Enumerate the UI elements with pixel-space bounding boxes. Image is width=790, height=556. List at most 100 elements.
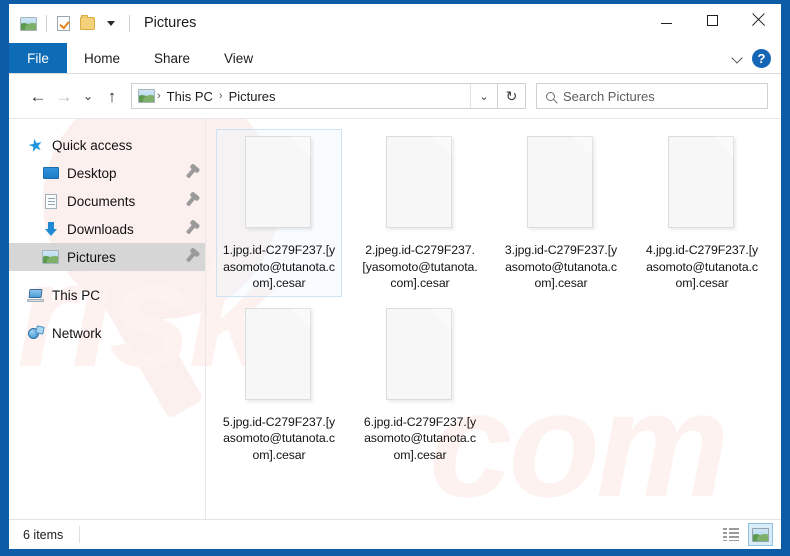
ribbon-right-controls: ? [731,43,777,73]
generic-file-icon [239,306,319,406]
pictures-folder-icon[interactable] [17,13,39,35]
file-item[interactable]: 4.jpg.id-C279F237.[yasomoto@tutanota.com… [639,129,765,297]
navigation-pane: ★ Quick access Desktop Documents Downloa… [9,119,206,519]
file-name-label: 1.jpg.id-C279F237.[yasomoto@tutanota.com… [222,243,336,290]
sidebar-item-label: Quick access [52,137,133,153]
address-bar-row: ← → ⌄ ↑ › This PC › Pictures ⌄ ↻ Search … [9,74,781,118]
address-bar[interactable]: › This PC › Pictures ⌄ [131,83,498,109]
details-view-icon [722,528,739,541]
up-button[interactable]: ↑ [99,83,125,109]
address-dropdown-button[interactable]: ⌄ [470,84,497,108]
status-bar: 6 items [9,519,781,549]
maximize-button[interactable] [689,4,735,36]
file-item[interactable]: 3.jpg.id-C279F237.[yasomoto@tutanota.com… [498,129,624,297]
file-item[interactable]: 2.jpeg.id-C279F237.[yasomoto@tutanota.co… [357,129,483,297]
file-name-label: 2.jpeg.id-C279F237.[yasomoto@tutanota.co… [362,243,478,290]
sidebar-item-label: This PC [52,287,101,303]
file-name-label: 6.jpg.id-C279F237.[yasomoto@tutanota.com… [363,414,477,462]
properties-checkbox-icon [56,16,70,31]
sidebar-item-desktop[interactable]: Desktop [9,159,205,187]
minimize-button[interactable] [643,4,689,36]
search-box[interactable]: Search Pictures [536,83,768,109]
help-button[interactable]: ? [752,48,771,68]
status-divider [79,526,81,543]
refresh-button[interactable]: ↻ [498,83,526,109]
sidebar-item-documents[interactable]: Documents [9,187,205,215]
toolbar-divider-2 [129,15,130,32]
sidebar-item-network[interactable]: Network [9,319,205,347]
generic-file-icon [380,134,460,234]
document-icon [42,193,59,209]
breadcrumb: › This PC › Pictures [132,89,470,104]
title-bar: Pictures [9,4,781,43]
breadcrumb-item-this-pc[interactable]: This PC [163,89,217,104]
quick-access-toolbar: Pictures [9,4,196,43]
sidebar-item-this-pc[interactable]: This PC [9,281,205,309]
file-item[interactable]: 5.jpg.id-C279F237.[yasomoto@tutanota.com… [216,301,342,469]
breadcrumb-item-pictures[interactable]: Pictures [225,89,280,104]
forward-button[interactable]: → [51,83,77,109]
tab-share[interactable]: Share [137,43,207,73]
tab-home[interactable]: Home [67,43,137,73]
breadcrumb-separator: › [157,90,161,102]
sidebar-item-label: Downloads [67,221,134,237]
pin-icon[interactable] [185,167,197,179]
new-folder-icon[interactable] [76,13,98,35]
explorer-body: risk com ★ Quick access Desktop Document… [9,118,781,519]
pin-icon[interactable] [185,195,197,207]
chevron-down-icon [107,21,115,26]
customize-qat-button[interactable] [100,13,122,35]
tab-file[interactable]: File [9,43,67,73]
ribbon-tabs: File Home Share View ? [9,43,781,74]
window-controls [643,4,781,36]
file-item[interactable]: 1.jpg.id-C279F237.[yasomoto@tutanota.com… [216,129,342,297]
details-view-button[interactable] [718,523,743,546]
file-explorer-window: Pictures File Home Share View ? ← → ⌄ ↑ … [9,4,781,549]
recent-locations-button[interactable]: ⌄ [77,83,99,109]
network-icon [27,325,44,341]
maximize-icon [706,14,718,26]
generic-file-icon [239,134,319,234]
file-item[interactable]: 6.jpg.id-C279F237.[yasomoto@tutanota.com… [357,301,483,469]
view-toggle-group [718,523,773,546]
star-icon: ★ [26,134,45,156]
tab-view[interactable]: View [207,43,270,73]
sidebar-item-pictures[interactable]: Pictures [9,243,205,271]
download-icon [42,221,59,237]
desktop-icon [42,165,59,181]
search-input[interactable]: Search Pictures [563,89,655,104]
search-icon [537,91,563,101]
file-list-pane[interactable]: 1.jpg.id-C279F237.[yasomoto@tutanota.com… [206,119,781,519]
large-icons-view-icon [752,527,769,542]
computer-icon [27,287,44,303]
sidebar-item-label: Desktop [67,165,117,181]
back-button[interactable]: ← [25,83,51,109]
item-count-label: 6 items [23,527,64,542]
sidebar-item-quick-access[interactable]: ★ Quick access [9,131,205,159]
generic-file-icon [662,134,742,234]
picture-icon [19,16,37,31]
window-title: Pictures [144,15,197,32]
minimize-icon [660,22,672,24]
toolbar-divider [46,15,47,32]
chevron-down-icon[interactable] [731,52,744,65]
close-button[interactable] [735,4,781,36]
picture-icon [42,249,59,265]
sidebar-item-downloads[interactable]: Downloads [9,215,205,243]
folder-icon [79,15,95,30]
file-grid: 1.jpg.id-C279F237.[yasomoto@tutanota.com… [216,129,781,472]
properties-icon[interactable] [52,13,74,35]
pin-icon[interactable] [185,251,197,263]
breadcrumb-separator-2: › [218,90,223,102]
file-name-label: 3.jpg.id-C279F237.[yasomoto@tutanota.com… [504,243,618,290]
desktop-background: Pictures File Home Share View ? ← → ⌄ ↑ … [0,0,790,556]
file-name-label: 4.jpg.id-C279F237.[yasomoto@tutanota.com… [645,243,759,290]
sidebar-item-label: Pictures [67,249,116,265]
sidebar-item-label: Documents [67,193,136,209]
file-name-label: 5.jpg.id-C279F237.[yasomoto@tutanota.com… [222,414,336,462]
large-icons-view-button[interactable] [748,523,773,546]
pin-icon[interactable] [185,223,197,235]
generic-file-icon [521,134,601,234]
